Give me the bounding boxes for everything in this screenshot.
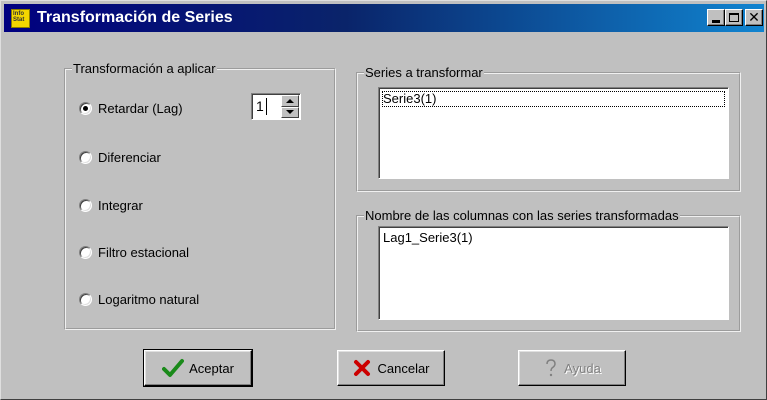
accept-button[interactable]: Aceptar <box>143 349 253 387</box>
radio-diferenciar-indicator[interactable] <box>79 150 92 164</box>
radio-selected-dot <box>83 105 88 111</box>
series-list-item[interactable]: Serie3(1) <box>382 91 725 107</box>
minimize-icon <box>712 19 720 23</box>
maximize-icon <box>729 13 739 22</box>
transform-group-legend: Transformación a aplicar <box>73 61 216 76</box>
radio-diferenciar-label[interactable]: Diferenciar <box>98 150 161 165</box>
series-listbox[interactable]: Serie3(1) <box>378 87 729 179</box>
dialog-window: Info Stat Transformación de Series ✕ Tra… <box>0 0 767 400</box>
cancel-button[interactable]: Cancelar <box>337 350 445 386</box>
radio-logaritmo-natural-label[interactable]: Logaritmo natural <box>98 292 199 307</box>
names-list-item[interactable]: Lag1_Serie3(1) <box>382 230 474 246</box>
radio-integrar-indicator[interactable] <box>79 198 92 212</box>
radio-integrar-label[interactable]: Integrar <box>98 198 143 213</box>
radio-integrar[interactable]: Integrar <box>79 195 143 215</box>
radio-filtro-estacional[interactable]: Filtro estacional <box>79 242 189 262</box>
help-button: Ayuda <box>518 350 626 386</box>
radio-logaritmo-natural-indicator[interactable] <box>79 292 92 306</box>
names-listbox[interactable]: Lag1_Serie3(1) <box>378 226 729 320</box>
cancel-button-label: Cancelar <box>377 360 430 376</box>
lag-spinner[interactable]: 1 <box>251 93 301 120</box>
radio-lag-indicator[interactable] <box>79 101 92 115</box>
title-bar[interactable]: Info Stat Transformación de Series ✕ <box>4 4 764 32</box>
check-icon <box>162 358 185 378</box>
spin-down-button[interactable] <box>281 106 299 118</box>
radio-logaritmo-natural[interactable]: Logaritmo natural <box>79 289 199 309</box>
arrow-down-icon <box>286 110 294 115</box>
lag-value[interactable]: 1 <box>256 98 264 114</box>
window-title: Transformación de Series <box>37 9 233 26</box>
minimize-button[interactable] <box>707 9 725 26</box>
radio-filtro-estacional-indicator[interactable] <box>79 245 92 259</box>
text-caret <box>266 98 267 115</box>
maximize-button[interactable] <box>725 9 743 26</box>
app-icon-text: Info Stat <box>13 11 25 23</box>
radio-lag[interactable]: Retardar (Lag) <box>79 98 183 118</box>
series-group-legend: Series a transformar <box>365 65 483 80</box>
radio-lag-label[interactable]: Retardar (Lag) <box>98 101 183 116</box>
names-group-legend: Nombre de las columnas con las series tr… <box>365 208 679 223</box>
arrow-up-icon <box>286 98 294 103</box>
x-icon <box>352 358 372 378</box>
accept-button-label: Aceptar <box>189 360 234 376</box>
spin-buttons <box>281 95 299 118</box>
question-icon <box>543 358 559 378</box>
close-icon: ✕ <box>748 9 760 26</box>
infostat-icon[interactable]: Info Stat <box>11 9 30 28</box>
radio-filtro-estacional-label[interactable]: Filtro estacional <box>98 245 189 260</box>
close-button[interactable]: ✕ <box>745 9 763 26</box>
spin-up-button[interactable] <box>281 95 299 107</box>
help-button-label: Ayuda <box>564 360 601 376</box>
radio-diferenciar[interactable]: Diferenciar <box>79 147 161 167</box>
